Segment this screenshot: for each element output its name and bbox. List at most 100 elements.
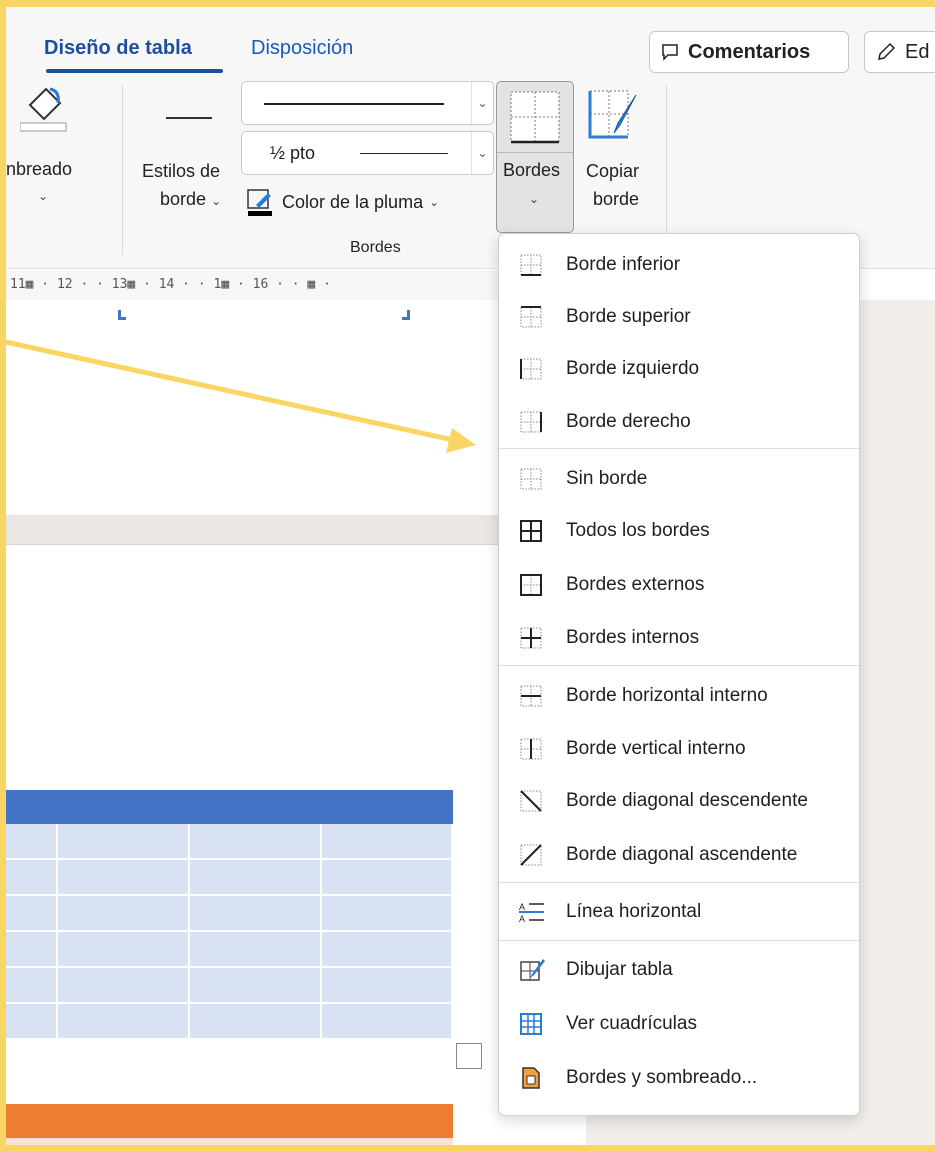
menu-item-label: Borde inferior <box>566 254 681 275</box>
borders-shading-icon <box>519 1066 543 1090</box>
inside-horizontal-border-icon <box>519 684 543 708</box>
menu-item-borders-shading[interactable]: Bordes y sombreado... <box>499 1052 859 1104</box>
pen-color-label: Color de la pluma <box>282 191 424 212</box>
table-cell[interactable] <box>58 824 190 860</box>
pencil-icon <box>878 42 896 60</box>
borders-label: Bordes <box>503 160 561 180</box>
menu-item-inside-horizontal-border[interactable]: Borde horizontal interno <box>499 670 859 722</box>
edit-button[interactable]: Ed <box>864 31 935 73</box>
data-table[interactable] <box>6 824 453 1040</box>
tab-table-design[interactable]: Diseño de tabla <box>44 37 192 60</box>
table-cell[interactable] <box>322 896 453 932</box>
pen-color-button[interactable]: Color de la pluma ⌄ <box>246 185 439 219</box>
table-cell[interactable] <box>58 968 190 1004</box>
table-cell[interactable] <box>6 932 58 968</box>
menu-item-inside-vertical-border[interactable]: Borde vertical interno <box>499 723 859 775</box>
menu-separator <box>499 665 859 666</box>
horizontal-ruler[interactable]: 11▦ · 12 · · 13▦ · 14 · · 1▦ · 16 · · ▦ … <box>6 270 501 300</box>
table-cell[interactable] <box>6 1004 58 1040</box>
menu-item-label: Borde superior <box>566 306 691 327</box>
chevron-down-icon: ⌄ <box>429 195 440 209</box>
menu-item-border-bottom[interactable]: Borde inferior <box>499 239 859 291</box>
table-header-row <box>6 790 453 824</box>
table-cell[interactable] <box>190 896 322 932</box>
table-cell[interactable] <box>190 968 322 1004</box>
svg-text:A: A <box>519 902 525 912</box>
menu-item-border-top[interactable]: Borde superior <box>499 291 859 343</box>
table-cell[interactable] <box>190 824 322 860</box>
menu-item-label: Borde diagonal descendente <box>566 790 808 811</box>
chevron-down-icon: ⌄ <box>529 192 540 206</box>
menu-item-label: Borde horizontal interno <box>566 685 768 706</box>
line-style-preview <box>264 103 444 105</box>
menu-item-view-gridlines[interactable]: Ver cuadrículas <box>499 998 859 1050</box>
table-cell[interactable] <box>322 932 453 968</box>
menu-item-label: Bordes y sombreado... <box>566 1067 758 1088</box>
table-cell[interactable] <box>58 896 190 932</box>
menu-item-no-border[interactable]: Sin borde <box>499 453 859 505</box>
table-cell[interactable] <box>6 824 58 860</box>
svg-text:A: A <box>519 914 525 924</box>
edit-label: Ed <box>905 40 930 63</box>
comment-icon <box>662 44 678 61</box>
border-painter-icon <box>588 90 637 139</box>
menu-item-draw-table[interactable]: Dibujar tabla <box>499 944 859 996</box>
menu-separator <box>499 882 859 883</box>
diagonal-down-border-icon <box>519 789 543 813</box>
menu-item-diagonal-up-border[interactable]: Borde diagonal ascendente <box>499 829 859 881</box>
table-cell[interactable] <box>190 1004 322 1040</box>
table-cell[interactable] <box>322 860 453 896</box>
border-style-line-icon <box>166 117 212 119</box>
menu-item-label: Sin borde <box>566 468 648 489</box>
menu-item-all-borders[interactable]: Todos los bordes <box>499 505 859 557</box>
outside-borders-icon <box>519 573 543 597</box>
comments-label: Comentarios <box>688 40 811 63</box>
copy-border-label-2[interactable]: borde <box>593 189 639 210</box>
table-cell[interactable] <box>322 968 453 1004</box>
table-cell[interactable] <box>58 932 190 968</box>
menu-item-label: Borde derecho <box>566 411 691 432</box>
menu-separator <box>499 448 859 449</box>
table-resize-handle[interactable] <box>456 1043 482 1069</box>
border-styles-label-2[interactable]: borde ⌄ <box>160 189 221 210</box>
shading-label[interactable]: nbreado <box>6 159 72 180</box>
pen-color-icon <box>247 189 272 216</box>
menu-item-border-right[interactable]: Borde derecho <box>499 396 859 448</box>
borders-dropdown-menu: Borde inferior Borde superior Borde izquie… <box>498 233 860 1116</box>
border-bottom-icon <box>519 253 543 277</box>
shading-chevron-icon[interactable]: ⌄ <box>38 189 48 203</box>
table-cell[interactable] <box>6 860 58 896</box>
border-styles-label-1[interactable]: Estilos de <box>142 161 220 182</box>
view-gridlines-icon <box>519 1012 543 1036</box>
line-weight-preview <box>360 153 448 154</box>
menu-item-horizontal-line[interactable]: A A Línea horizontal <box>499 886 859 938</box>
table-cell[interactable] <box>58 1004 190 1040</box>
menu-item-label: Borde vertical interno <box>566 738 746 759</box>
menu-item-outside-borders[interactable]: Bordes externos <box>499 559 859 611</box>
menu-item-inside-borders[interactable]: Bordes internos <box>499 612 859 664</box>
comments-button[interactable]: Comentarios <box>649 31 849 73</box>
inside-vertical-border-icon <box>519 737 543 761</box>
table-cell[interactable] <box>6 896 58 932</box>
table-cell[interactable] <box>190 860 322 896</box>
borders-button[interactable]: Bordes ⌄ <box>496 81 574 233</box>
annotation-arrow <box>5 339 476 453</box>
table-cell[interactable] <box>322 1004 453 1040</box>
chevron-down-icon: ⌄ <box>471 132 493 174</box>
copy-border-label-1[interactable]: Copiar <box>586 161 639 182</box>
ribbon-separator <box>122 85 123 255</box>
line-weight-dropdown[interactable]: ½ pto ⌄ <box>241 131 494 175</box>
split-divider <box>497 152 573 153</box>
table-cell[interactable] <box>6 968 58 1004</box>
table-cell[interactable] <box>322 824 453 860</box>
border-top-icon <box>519 305 543 329</box>
table-cell[interactable] <box>58 860 190 896</box>
menu-item-diagonal-down-border[interactable]: Borde diagonal descendente <box>499 775 859 827</box>
borders-group-label: Bordes <box>350 239 401 256</box>
table-cell[interactable] <box>190 932 322 968</box>
menu-item-border-left[interactable]: Borde izquierdo <box>499 343 859 395</box>
tab-layout[interactable]: Disposición <box>251 37 353 60</box>
menu-item-label: Ver cuadrículas <box>566 1013 697 1034</box>
line-style-dropdown[interactable]: ⌄ <box>241 81 494 125</box>
menu-item-label: Bordes externos <box>566 574 705 595</box>
